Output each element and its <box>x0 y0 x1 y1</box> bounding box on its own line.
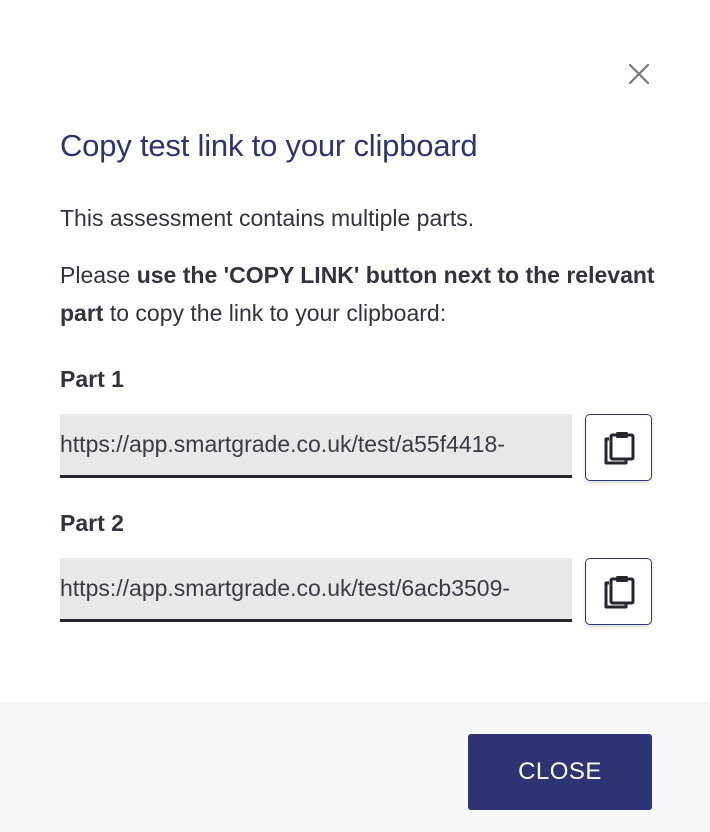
instruction-prefix: Please <box>60 262 137 288</box>
part-1-link-field[interactable] <box>60 414 572 478</box>
close-icon-graphic <box>628 63 650 85</box>
part-1-label: Part 1 <box>60 366 124 392</box>
close-icon[interactable] <box>624 59 654 89</box>
part-2-label: Part 2 <box>60 510 124 536</box>
clipboard-icon <box>604 431 634 464</box>
part-2-link-field[interactable] <box>60 558 572 622</box>
dialog-title: Copy test link to your clipboard <box>60 128 478 163</box>
copy-link-dialog: Copy test link to your clipboard This as… <box>0 0 710 832</box>
part-1-copy-button[interactable] <box>585 414 652 481</box>
clipboard-icon <box>604 575 634 608</box>
instruction-text: Please use the 'COPY LINK' button next t… <box>60 256 660 332</box>
close-button[interactable]: CLOSE <box>468 734 652 810</box>
instruction-suffix: to copy the link to your clipboard: <box>103 300 447 326</box>
part-2-copy-button[interactable] <box>585 558 652 625</box>
dialog-footer: CLOSE <box>0 702 710 832</box>
intro-text: This assessment contains multiple parts. <box>60 205 475 231</box>
